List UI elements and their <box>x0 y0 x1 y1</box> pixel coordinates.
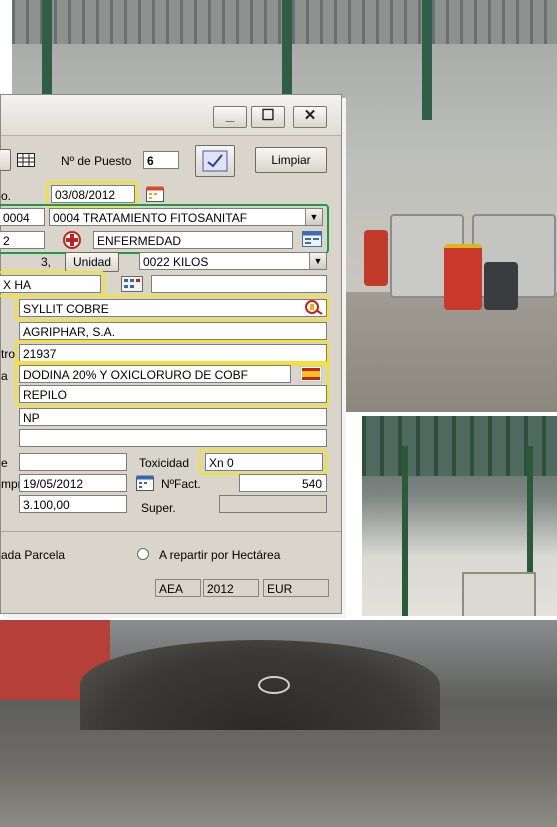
compra-fecha-field[interactable]: 19/05/2012 <box>19 474 127 492</box>
status-bar: AEA 2012 EUR <box>1 579 341 601</box>
fabricante-field[interactable]: AGRIPHAR, S.A. <box>19 322 327 340</box>
title-bar: _ ☐ ✕ <box>1 95 341 136</box>
calendar-icon[interactable] <box>145 185 165 203</box>
close-button[interactable]: ✕ <box>293 106 327 128</box>
puesto-field[interactable]: 6 <box>143 151 179 169</box>
limpiar-button[interactable]: Limpiar <box>255 147 327 173</box>
label-e: e <box>1 456 8 470</box>
registro-label: tro <box>1 347 16 361</box>
dark-drum <box>484 262 518 310</box>
status-year: 2012 <box>203 579 259 597</box>
e-field[interactable] <box>19 453 127 471</box>
steel-beam <box>422 0 432 120</box>
superficie-label: Super. <box>141 501 176 515</box>
dosis-extra-field[interactable] <box>151 275 327 293</box>
ring-object <box>258 676 290 694</box>
unidad-select[interactable]: 0022 KILOS ▼ <box>139 252 327 270</box>
status-aea: AEA <box>155 579 201 597</box>
treatment-form-window: _ ☐ ✕ Nº de Puesto 6 Limpiar o. 03/08/20… <box>0 94 342 614</box>
unidad-button[interactable]: Unidad <box>65 252 119 272</box>
option-por-hectarea[interactable]: A repartir por Hectárea <box>159 548 280 562</box>
unidad-select-value: 0022 KILOS <box>143 255 209 269</box>
fecha-label: o. <box>1 189 12 203</box>
puesto-label: Nº de Puesto <box>61 154 132 168</box>
toxicidad-label: Toxicidad <box>139 456 190 470</box>
maximize-button[interactable]: ☐ <box>251 106 285 128</box>
steel-beam <box>402 446 408 616</box>
highlight-materia-plaga <box>15 361 329 407</box>
calculator-icon[interactable] <box>119 275 145 293</box>
red-drum <box>364 230 388 286</box>
background-photo-shed <box>362 416 557 616</box>
minimize-button[interactable]: _ <box>213 106 247 128</box>
radio-hectarea[interactable] <box>137 548 149 560</box>
factura-field[interactable]: 540 <box>239 474 327 492</box>
plazo-field[interactable]: NP <box>19 408 327 426</box>
cantidad-value: 3, <box>41 255 52 269</box>
table-grid-icon[interactable] <box>15 151 37 169</box>
status-currency: EUR <box>263 579 329 597</box>
highlight-tratamiento-motivo <box>0 204 329 254</box>
fertilizer-spreader <box>462 572 536 616</box>
observaciones-field[interactable] <box>19 429 327 447</box>
background-photo-fertilizer-pile <box>0 620 557 827</box>
toolbar-button-partial[interactable] <box>0 149 11 171</box>
chevron-down-icon[interactable]: ▼ <box>309 253 326 269</box>
superficie-field[interactable] <box>219 495 327 513</box>
calendar-icon[interactable] <box>135 474 155 492</box>
divider <box>1 531 341 532</box>
option-por-parcela[interactable]: ada Parcela <box>1 548 65 562</box>
importe-field[interactable]: 3.100,00 <box>19 495 127 513</box>
highlight-producto <box>15 295 329 321</box>
factura-label: NºFact. <box>161 477 201 491</box>
red-drum <box>444 244 482 310</box>
confirm-check-button[interactable] <box>195 145 235 177</box>
highlight-toxicidad <box>199 449 327 475</box>
highlight-dosis <box>0 271 105 297</box>
materia-label: a <box>1 369 8 383</box>
